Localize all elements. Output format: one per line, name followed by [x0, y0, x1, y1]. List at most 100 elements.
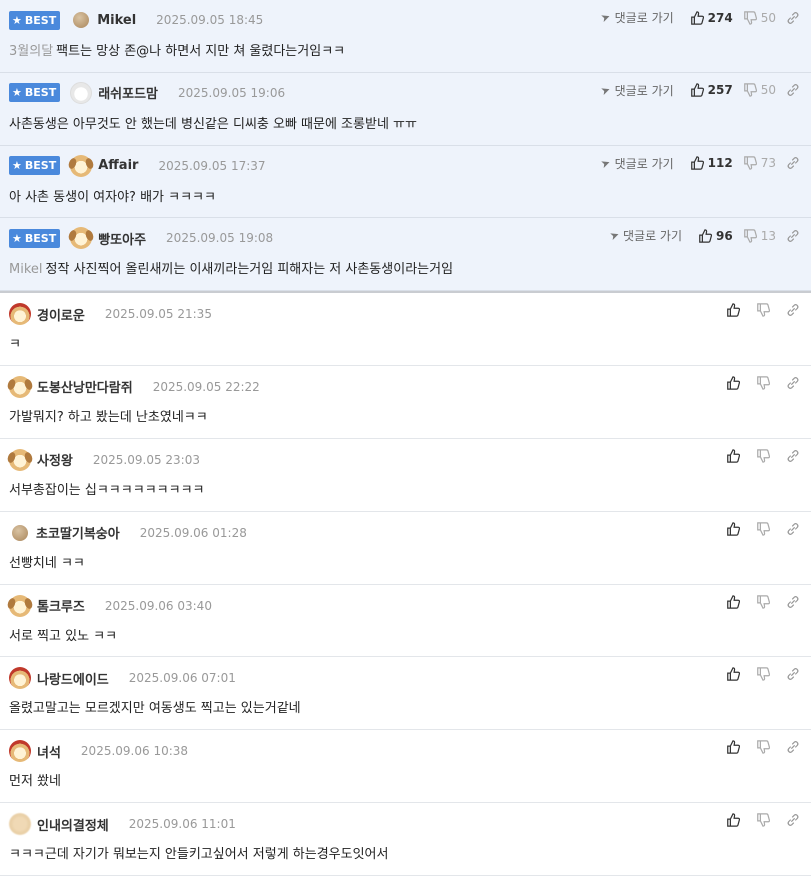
- dislike-button[interactable]: [756, 740, 774, 755]
- dislike-button[interactable]: [756, 667, 774, 682]
- link-icon[interactable]: [786, 11, 800, 25]
- nickname[interactable]: 톰크루즈: [37, 596, 85, 615]
- go-to-reply-link[interactable]: ➤ 댓글로 가기: [599, 82, 673, 99]
- nickname[interactable]: 나랑드에이드: [37, 669, 109, 688]
- nickname[interactable]: Affair: [98, 158, 138, 173]
- nickname[interactable]: Mikel: [97, 13, 136, 28]
- like-button[interactable]: [726, 449, 744, 463]
- comment-actions: ➤ 댓글로 가기 274 50: [599, 9, 800, 26]
- avatar[interactable]: [70, 81, 93, 104]
- link-icon[interactable]: [786, 667, 800, 681]
- avatar[interactable]: [9, 667, 31, 690]
- like-button[interactable]: [726, 740, 744, 755]
- thumbs-up-icon: [727, 376, 740, 390]
- like-button[interactable]: 274: [690, 11, 733, 25]
- link-icon[interactable]: [786, 156, 800, 170]
- go-to-reply-link[interactable]: ➤ 댓글로 가기: [608, 227, 682, 244]
- link-icon[interactable]: [786, 449, 800, 463]
- thumbs-down-icon: [743, 83, 757, 97]
- thumbs-up-icon: [727, 813, 740, 827]
- comment-header: 초코딸기복숭아 2025.09.06 01:28: [9, 523, 247, 543]
- dislike-button[interactable]: [756, 449, 774, 463]
- thumbs-down-icon: [743, 10, 757, 25]
- nickname[interactable]: 녀석: [37, 742, 61, 761]
- like-button[interactable]: [726, 813, 744, 827]
- avatar[interactable]: [9, 740, 31, 763]
- like-button[interactable]: [726, 667, 744, 682]
- dislike-button[interactable]: [756, 376, 774, 390]
- star-icon: ★: [12, 86, 22, 100]
- comment: 초코딸기복숭아 2025.09.06 01:28 선빵치네 ㅋㅋ: [0, 511, 811, 585]
- thumbs-down-icon: [757, 813, 770, 827]
- thumbs-down-icon: [757, 376, 770, 390]
- like-button[interactable]: 112: [690, 156, 733, 170]
- comment-actions: [726, 521, 800, 536]
- avatar[interactable]: [9, 303, 31, 325]
- avatar[interactable]: [12, 524, 28, 541]
- like-button[interactable]: [726, 594, 744, 609]
- dislike-button[interactable]: [756, 303, 774, 317]
- nickname[interactable]: 인내의결정체: [37, 815, 109, 834]
- nickname[interactable]: 경이로운: [37, 305, 85, 324]
- avatar[interactable]: [9, 448, 31, 471]
- star-icon: ★: [12, 231, 22, 245]
- dislike-button[interactable]: 13: [743, 229, 776, 243]
- dislike-count: 50: [760, 83, 776, 98]
- comment-actions: ➤ 댓글로 가기 257 50: [599, 82, 800, 99]
- link-icon[interactable]: [786, 813, 800, 827]
- avatar[interactable]: [9, 375, 31, 398]
- send-arrow-icon: ➤: [599, 82, 613, 98]
- comment-text: 서부총잡이는 십ㅋㅋㅋㅋㅋㅋㅋㅋㅋ: [9, 482, 205, 498]
- nickname[interactable]: 래쉬포드맘: [98, 83, 158, 102]
- avatar[interactable]: [70, 227, 93, 250]
- comment-header: 도봉산낭만다람쥐 2025.09.05 22:22: [9, 375, 260, 398]
- link-icon[interactable]: [786, 83, 800, 97]
- comment-date: 2025.09.05 22:22: [152, 379, 260, 394]
- comment-text: Mikel 정작 사진찍어 올린새끼는 이새끼라는거임 피해자는 저 사촌동생이라…: [9, 262, 454, 278]
- best-badge: ★ BEST: [9, 228, 61, 248]
- reply-mention[interactable]: 3월의달: [9, 44, 53, 59]
- comment-header: ★ BEST 래쉬포드맘 2025.09.05 19:06: [9, 81, 285, 104]
- avatar[interactable]: [9, 813, 31, 836]
- dislike-button[interactable]: [756, 594, 774, 609]
- go-to-reply-link[interactable]: ➤ 댓글로 가기: [599, 9, 673, 26]
- like-button[interactable]: 257: [690, 83, 733, 97]
- link-icon[interactable]: [786, 229, 800, 243]
- comment-text: 사촌동생은 아무것도 안 했는데 병신같은 디씨충 오빠 때문에 조롱받네 ㅠㅠ: [9, 116, 417, 132]
- avatar[interactable]: [73, 12, 90, 28]
- dislike-button[interactable]: [756, 813, 774, 827]
- link-icon[interactable]: [786, 522, 800, 536]
- dislike-button[interactable]: 50: [743, 83, 776, 97]
- nickname[interactable]: 도봉산낭만다람쥐: [37, 377, 133, 396]
- dislike-button[interactable]: 50: [743, 11, 776, 25]
- send-arrow-icon: ➤: [599, 155, 613, 171]
- thumbs-down-icon: [757, 594, 770, 609]
- like-button[interactable]: [726, 376, 744, 390]
- link-icon[interactable]: [786, 376, 800, 390]
- nickname[interactable]: 빵또아주: [98, 229, 146, 248]
- link-icon[interactable]: [786, 303, 800, 317]
- best-badge: ★ BEST: [9, 156, 61, 175]
- like-count: 274: [707, 10, 733, 25]
- like-button[interactable]: [726, 303, 744, 317]
- comment-actions: [726, 303, 800, 317]
- like-button[interactable]: 96: [698, 229, 733, 243]
- dislike-button[interactable]: 73: [743, 156, 776, 170]
- comment: 인내의결정체 2025.09.06 11:01 ㅋㅋㅋ근데 자기가 뭐보는지 안…: [0, 803, 811, 876]
- comment: 나랑드에이드 2025.09.06 07:01 올렸고말고는 모르겠지만 여동생…: [0, 657, 811, 731]
- link-icon[interactable]: [786, 595, 800, 609]
- reply-mention[interactable]: Mikel: [9, 262, 43, 277]
- avatar[interactable]: [9, 594, 31, 617]
- like-button[interactable]: [726, 521, 744, 536]
- dislike-button[interactable]: [756, 521, 774, 536]
- comment-header: 나랑드에이드 2025.09.06 07:01: [9, 667, 236, 690]
- avatar[interactable]: [70, 154, 93, 177]
- comment-text: ㅋㅋㅋ근데 자기가 뭐보는지 안들키고싶어서 저렇게 하는경우도잇어서: [9, 847, 389, 863]
- go-to-reply-link[interactable]: ➤ 댓글로 가기: [599, 155, 673, 172]
- thumbs-down-icon: [757, 449, 770, 463]
- link-icon[interactable]: [786, 740, 800, 754]
- nickname[interactable]: 사정왕: [37, 450, 73, 469]
- thumbs-up-icon: [690, 156, 704, 170]
- nickname[interactable]: 초코딸기복숭아: [36, 523, 120, 542]
- comment-text: 가발뭐지? 하고 봤는데 난초였네ㅋㅋ: [9, 409, 208, 425]
